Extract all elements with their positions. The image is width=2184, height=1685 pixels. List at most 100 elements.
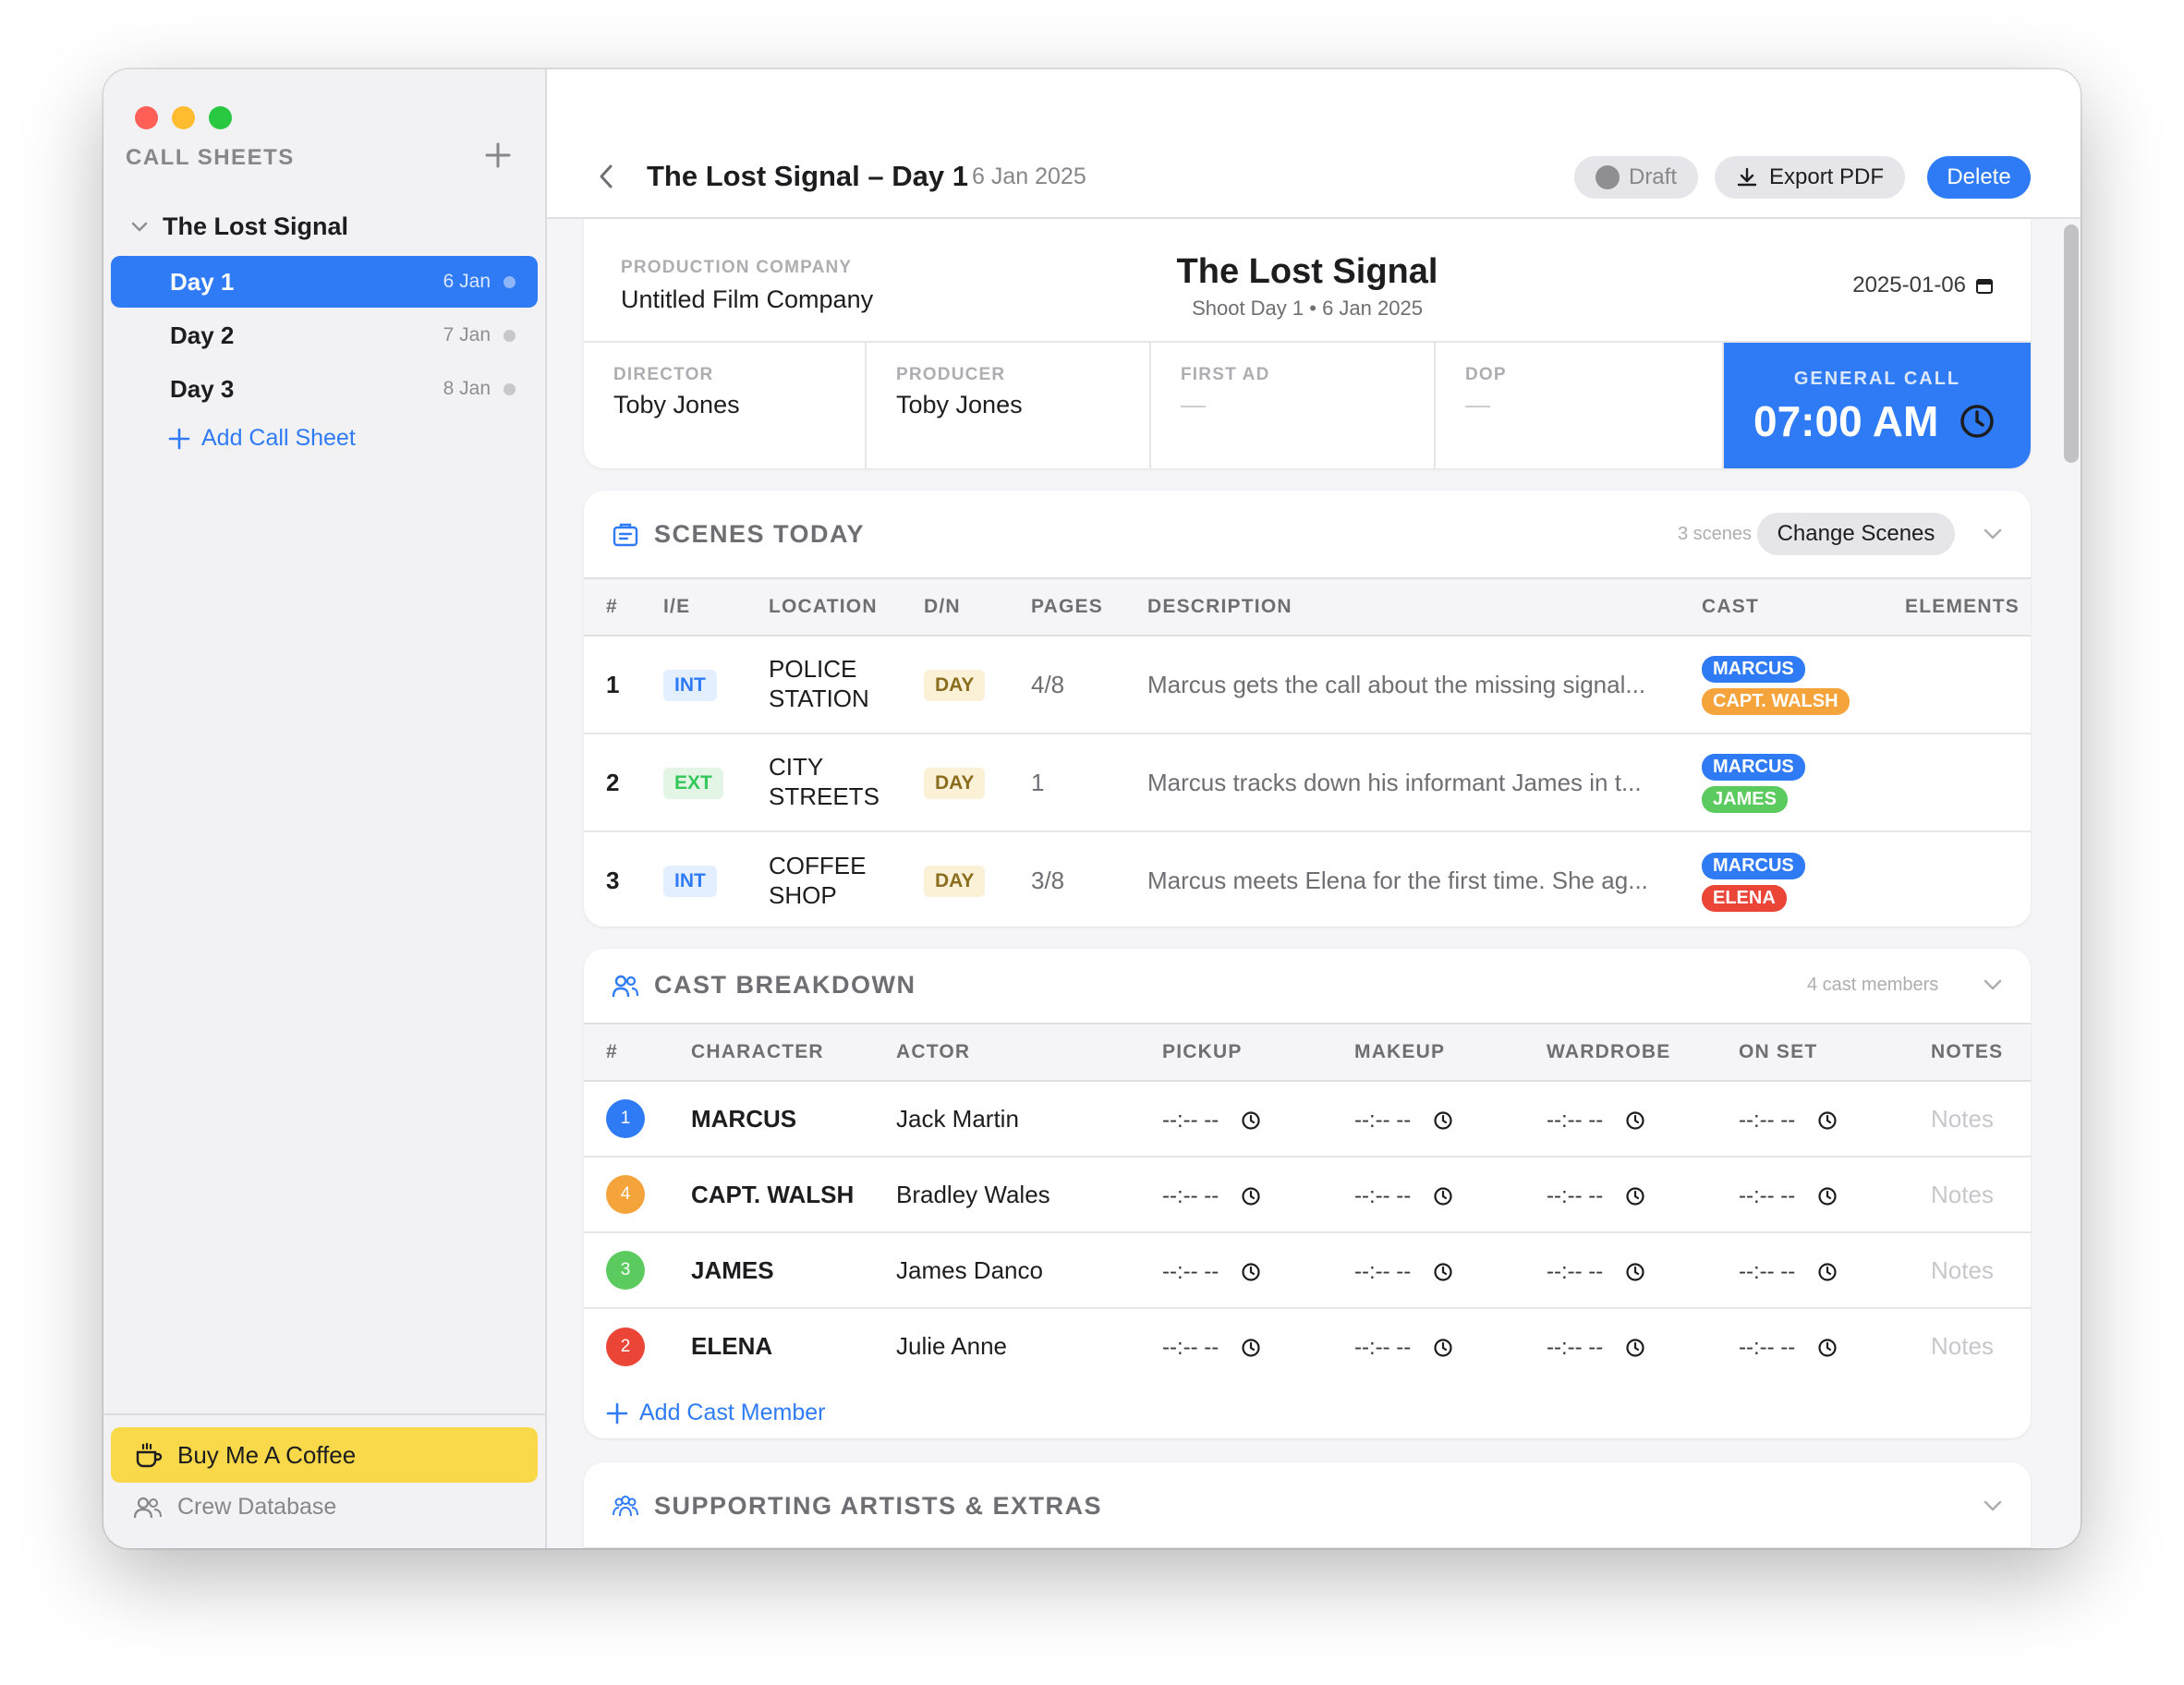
- sidebar-title: CALL SHEETS: [126, 145, 295, 170]
- clock-icon[interactable]: [1241, 1110, 1261, 1131]
- status-dot: [504, 382, 516, 395]
- table-row[interactable]: 3 JAMES James Danco --:-- -- --:-- -- --:-- -…: [584, 1232, 2031, 1309]
- clock-icon[interactable]: [1241, 1262, 1261, 1282]
- table-row[interactable]: 1 INT POLICE STATION DAY 4/8 Marcus gets …: [584, 636, 2031, 734]
- time-placeholder: --:-- --: [1354, 1182, 1412, 1208]
- clock-icon[interactable]: [1625, 1338, 1645, 1358]
- col-pages: PAGES: [1031, 577, 1147, 636]
- clock-icon[interactable]: [1817, 1110, 1838, 1131]
- day-label: Day 1: [170, 267, 235, 296]
- dn-badge: DAY: [924, 866, 986, 897]
- scrollbar-thumb[interactable]: [2064, 224, 2079, 463]
- producer-cell[interactable]: PRODUCER Toby Jones: [867, 343, 1151, 468]
- wardrobe-time-field[interactable]: --:-- --: [1547, 1308, 1739, 1384]
- table-row[interactable]: 2 ELENA Julie Anne --:-- -- --:-- -- --:-- --…: [584, 1308, 2031, 1384]
- pickup-time-field[interactable]: --:-- --: [1162, 1157, 1354, 1233]
- dn-badge: DAY: [924, 767, 986, 799]
- makeup-time-field[interactable]: --:-- --: [1354, 1081, 1547, 1158]
- table-row[interactable]: 3 INT COFFEE SHOP DAY 3/8 Marcus meets El…: [584, 831, 2031, 927]
- sidebar-item-day-1[interactable]: Day 1 6 Jan: [111, 256, 538, 308]
- notes-field[interactable]: Notes: [1931, 1081, 2031, 1158]
- table-row[interactable]: 2 EXT CITY STREETS DAY 1 Marcus tracks do…: [584, 733, 2031, 832]
- export-pdf-button[interactable]: Export PDF: [1715, 156, 1905, 199]
- main-content: The Lost Signal – Day 1 6 Jan 2025 Draft…: [547, 69, 2081, 1548]
- shoot-date-value: 2025-01-06: [1852, 273, 1966, 297]
- add-cast-member-label: Add Cast Member: [639, 1400, 826, 1425]
- day-date: 6 Jan: [443, 271, 491, 292]
- clock-icon[interactable]: [1817, 1262, 1838, 1282]
- chevron-down-icon[interactable]: [1983, 527, 2003, 540]
- scene-cast: MARCUS CAPT. WALSH: [1702, 636, 1905, 734]
- change-scenes-button[interactable]: Change Scenes: [1757, 513, 1955, 555]
- wardrobe-time-field[interactable]: --:-- --: [1547, 1232, 1739, 1309]
- pickup-time-field[interactable]: --:-- --: [1162, 1232, 1354, 1309]
- add-cast-member-button[interactable]: Add Cast Member: [606, 1400, 825, 1426]
- dop-cell[interactable]: DOP —: [1436, 343, 1724, 468]
- cast-number-badge: 3: [606, 1251, 645, 1290]
- scene-cast: MARCUS JAMES: [1702, 733, 1905, 832]
- zoom-window-button[interactable]: [209, 106, 232, 129]
- minimize-window-button[interactable]: [172, 106, 195, 129]
- on-set-time-field[interactable]: --:-- --: [1739, 1308, 1931, 1384]
- time-placeholder: --:-- --: [1739, 1182, 1796, 1208]
- col-elements: ELEMENTS: [1905, 577, 2031, 636]
- director-cell[interactable]: DIRECTOR Toby Jones: [584, 343, 867, 468]
- clock-icon[interactable]: [1433, 1186, 1453, 1206]
- chevron-down-icon[interactable]: [1983, 1499, 2003, 1512]
- clock-icon[interactable]: [1625, 1186, 1645, 1206]
- table-row[interactable]: 1 MARCUS Jack Martin --:-- -- --:-- -- --:-- …: [584, 1081, 2031, 1158]
- clock-icon[interactable]: [1959, 403, 1996, 440]
- clock-icon[interactable]: [1433, 1338, 1453, 1358]
- project-group[interactable]: The Lost Signal: [131, 212, 348, 241]
- add-icon[interactable]: [484, 141, 512, 169]
- general-call-panel[interactable]: GENERAL CALL 07:00 AM: [1724, 343, 2031, 468]
- crew-database-link[interactable]: Crew Database: [133, 1494, 336, 1521]
- makeup-time-field[interactable]: --:-- --: [1354, 1157, 1547, 1233]
- time-placeholder: --:-- --: [1547, 1258, 1604, 1284]
- clock-icon[interactable]: [1433, 1110, 1453, 1131]
- clock-icon[interactable]: [1241, 1338, 1261, 1358]
- on-set-time-field[interactable]: --:-- --: [1739, 1157, 1931, 1233]
- wardrobe-time-field[interactable]: --:-- --: [1547, 1157, 1739, 1233]
- chevron-down-icon[interactable]: [131, 222, 148, 233]
- makeup-time-field[interactable]: --:-- --: [1354, 1232, 1547, 1309]
- notes-field[interactable]: Notes: [1931, 1308, 2031, 1384]
- close-window-button[interactable]: [135, 106, 158, 129]
- table-row[interactable]: 4 CAPT. WALSH Bradley Wales --:-- -- --:-- -…: [584, 1157, 2031, 1233]
- first-ad-cell[interactable]: FIRST AD —: [1151, 343, 1436, 468]
- col-makeup: MAKEUP: [1354, 1023, 1547, 1082]
- scene-number: 2: [584, 733, 663, 832]
- draft-toggle[interactable]: Draft: [1574, 156, 1698, 199]
- crew-database-label: Crew Database: [177, 1494, 337, 1520]
- notes-field[interactable]: Notes: [1931, 1157, 2031, 1233]
- clock-icon[interactable]: [1625, 1110, 1645, 1131]
- delete-button[interactable]: Delete: [1927, 156, 2031, 199]
- cast-tag: MARCUS: [1702, 656, 1805, 683]
- pickup-time-field[interactable]: --:-- --: [1162, 1081, 1354, 1158]
- col-character: CHARACTER: [691, 1023, 896, 1082]
- clock-icon[interactable]: [1817, 1338, 1838, 1358]
- shoot-date-picker[interactable]: 2025-01-06: [1852, 273, 1994, 298]
- clock-icon[interactable]: [1625, 1262, 1645, 1282]
- clock-icon[interactable]: [1817, 1186, 1838, 1206]
- col-pickup: PICKUP: [1162, 1023, 1354, 1082]
- buy-coffee-button[interactable]: Buy Me A Coffee: [111, 1427, 538, 1483]
- notes-field[interactable]: Notes: [1931, 1232, 2031, 1309]
- time-placeholder: --:-- --: [1162, 1258, 1219, 1284]
- cast-tag: MARCUS: [1702, 852, 1805, 879]
- clock-icon[interactable]: [1433, 1262, 1453, 1282]
- col-on-set: ON SET: [1739, 1023, 1931, 1082]
- chevron-down-icon[interactable]: [1983, 978, 2003, 991]
- clock-icon[interactable]: [1241, 1186, 1261, 1206]
- pickup-time-field[interactable]: --:-- --: [1162, 1308, 1354, 1384]
- chevron-left-icon[interactable]: [595, 162, 617, 191]
- sidebar-item-day-2[interactable]: Day 2 7 Jan: [111, 309, 538, 361]
- sidebar-item-day-3[interactable]: Day 3 8 Jan: [111, 363, 538, 415]
- calendar-icon[interactable]: [1975, 276, 1994, 295]
- on-set-time-field[interactable]: --:-- --: [1739, 1232, 1931, 1309]
- producer-label: PRODUCER: [896, 365, 1006, 384]
- add-call-sheet-button[interactable]: Add Call Sheet: [168, 425, 356, 452]
- makeup-time-field[interactable]: --:-- --: [1354, 1308, 1547, 1384]
- wardrobe-time-field[interactable]: --:-- --: [1547, 1081, 1739, 1158]
- on-set-time-field[interactable]: --:-- --: [1739, 1081, 1931, 1158]
